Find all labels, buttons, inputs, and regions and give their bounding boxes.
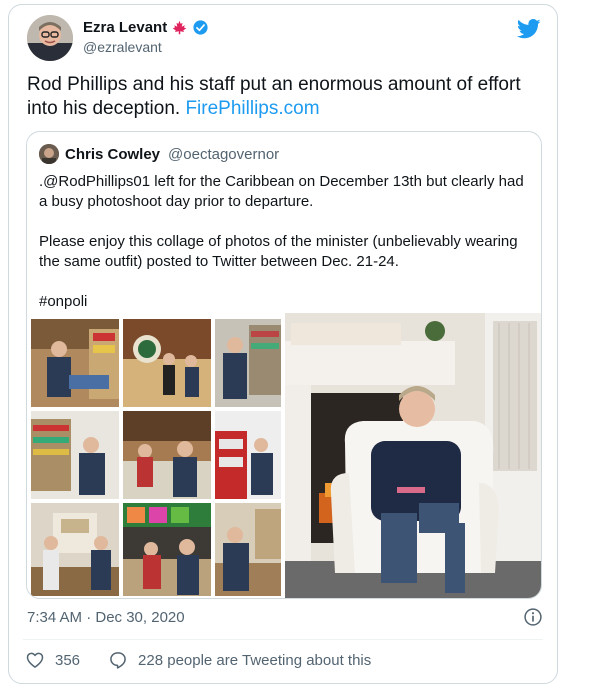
collage-photo bbox=[123, 503, 211, 596]
author-avatar[interactable] bbox=[27, 15, 73, 61]
quote-author-name: Chris Cowley bbox=[65, 145, 161, 163]
reply-bubble-icon[interactable] bbox=[108, 650, 128, 670]
verified-badge-icon bbox=[193, 20, 208, 35]
quote-paragraph: Please enjoy this collage of photos of t… bbox=[39, 233, 518, 270]
quote-paragraph: .@RodPhillips01 left for the Caribbean o… bbox=[39, 173, 524, 210]
quote-text: .@RodPhillips01 left for the Caribbean o… bbox=[39, 172, 531, 332]
like-action[interactable]: 356 bbox=[25, 650, 80, 670]
fireplace-photo[interactable] bbox=[285, 313, 541, 598]
heart-icon[interactable] bbox=[25, 650, 45, 670]
author-name[interactable]: Ezra Levant bbox=[83, 19, 167, 36]
quote-author-handle: @oectagovernor bbox=[168, 145, 280, 163]
quote-header: Chris Cowley @oectagovernor bbox=[39, 144, 279, 164]
collage-photo bbox=[31, 411, 119, 499]
tweet-timestamp[interactable]: 7:34 AM · Dec 30, 2020 bbox=[27, 609, 185, 626]
photo-collage[interactable] bbox=[27, 313, 285, 598]
collage-photo bbox=[31, 503, 119, 596]
collage-photo bbox=[31, 319, 119, 407]
collage-photo bbox=[123, 319, 211, 407]
quote-media[interactable] bbox=[27, 313, 541, 598]
tweet-text: Rod Phillips and his staff put an enormo… bbox=[27, 73, 537, 121]
tweet-card: Ezra Levant @ezralevant Rod Phillips and… bbox=[8, 4, 558, 684]
maple-leaf-icon bbox=[172, 20, 187, 35]
collage-photo bbox=[123, 411, 211, 499]
conversation-action[interactable]: 228 people are Tweeting about this bbox=[108, 650, 371, 670]
quoted-tweet[interactable]: Chris Cowley @oectagovernor .@RodPhillip… bbox=[26, 131, 542, 599]
author-handle[interactable]: @ezralevant bbox=[83, 39, 209, 55]
collage-photo bbox=[215, 319, 281, 407]
collage-photo bbox=[215, 411, 281, 499]
tweet-actions: 356 228 people are Tweeting about this bbox=[25, 650, 371, 670]
tweet-link[interactable]: FirePhillips.com bbox=[185, 98, 319, 119]
collage-photo bbox=[215, 503, 281, 596]
like-count: 356 bbox=[55, 651, 81, 669]
twitter-bird-icon[interactable] bbox=[517, 19, 541, 39]
info-icon[interactable] bbox=[523, 607, 543, 627]
quote-author-avatar bbox=[39, 144, 59, 164]
author-block: Ezra Levant @ezralevant bbox=[83, 19, 209, 55]
conversation-count: 228 people are Tweeting about this bbox=[138, 651, 372, 669]
divider bbox=[23, 639, 543, 640]
quote-hashtag: #onpoli bbox=[39, 293, 88, 310]
